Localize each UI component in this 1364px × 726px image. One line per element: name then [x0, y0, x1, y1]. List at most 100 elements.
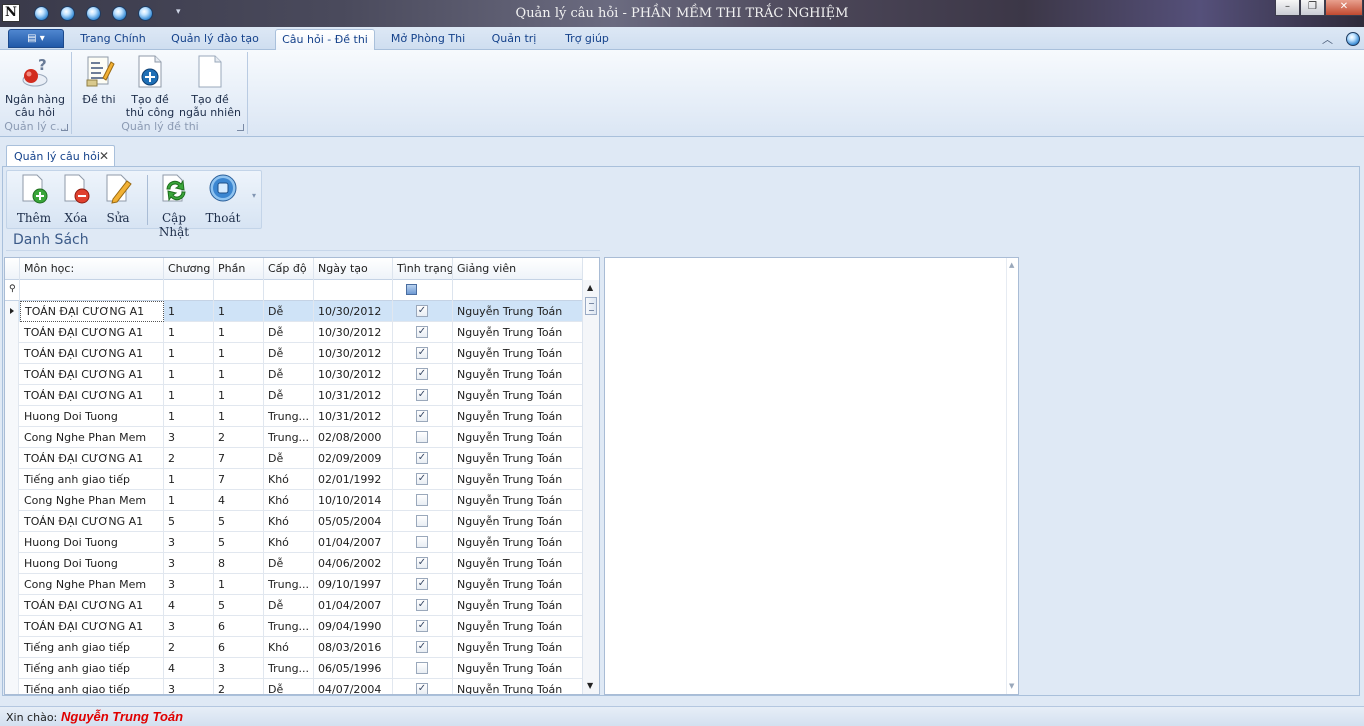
- edit-button[interactable]: Sửa: [99, 173, 137, 225]
- table-row[interactable]: Tiếng anh giao tiếp 3 2 Dễ 04/07/2004 ✓ Nguyễn…: [5, 679, 583, 694]
- cell-mon-hoc[interactable]: Huong Doi Tuong: [20, 532, 164, 553]
- cell-chuong[interactable]: 4: [164, 595, 214, 616]
- cell-mon-hoc[interactable]: TOÁN ĐẠI CƯƠNG A1: [20, 511, 164, 532]
- scroll-down-icon[interactable]: ▼: [1009, 682, 1014, 690]
- tab-tro-giup[interactable]: Trợ giúp: [557, 29, 617, 50]
- cell-ngay-tao[interactable]: 04/07/2004: [314, 679, 393, 694]
- column-header-chuong[interactable]: Chương: [164, 258, 214, 280]
- cell-cap-do[interactable]: Trung...: [264, 658, 314, 679]
- exit-button[interactable]: Thoát: [203, 173, 243, 225]
- cell-phan[interactable]: 4: [214, 490, 264, 511]
- tab-mo-phong-thi[interactable]: Mở Phòng Thi: [386, 29, 470, 50]
- row-indicator[interactable]: [5, 658, 19, 679]
- cell-phan[interactable]: 5: [214, 532, 264, 553]
- cell-chuong[interactable]: 1: [164, 301, 214, 322]
- cell-chuong[interactable]: 4: [164, 658, 214, 679]
- status-checkbox[interactable]: ✓: [416, 557, 428, 569]
- questions-grid[interactable]: Môn học: Chương Phần Cấp độ Ngày tạo Tìn…: [4, 257, 600, 695]
- row-indicator[interactable]: [5, 322, 19, 343]
- cell-mon-hoc[interactable]: TOÁN ĐẠI CƯƠNG A1: [20, 616, 164, 637]
- scroll-up-icon[interactable]: ▲: [587, 283, 593, 292]
- cell-tinh-trang[interactable]: ✓: [393, 616, 453, 637]
- table-row[interactable]: TOÁN ĐẠI CƯƠNG A1 2 7 Dễ 02/09/2009 ✓ Nguyễn T…: [5, 448, 583, 469]
- status-checkbox[interactable]: ✓: [416, 599, 428, 611]
- status-checkbox[interactable]: ✓: [416, 326, 428, 338]
- row-indicator[interactable]: [5, 364, 19, 385]
- scroll-down-icon[interactable]: ▼: [587, 681, 593, 690]
- cell-chuong[interactable]: 1: [164, 322, 214, 343]
- table-row[interactable]: TOÁN ĐẠI CƯƠNG A1 1 1 Dễ 10/30/2012 ✓ Nguyễn T…: [5, 364, 583, 385]
- cell-phan[interactable]: 1: [214, 406, 264, 427]
- cell-tinh-trang[interactable]: ✓: [393, 595, 453, 616]
- cell-mon-hoc[interactable]: Cong Nghe Phan Mem: [20, 490, 164, 511]
- cell-giang-vien[interactable]: Nguyễn Trung Toán: [453, 616, 583, 637]
- cell-ngay-tao[interactable]: 04/06/2002: [314, 553, 393, 574]
- cell-mon-hoc[interactable]: Tiếng anh giao tiếp: [20, 469, 164, 490]
- row-indicator[interactable]: [5, 595, 19, 616]
- row-indicator[interactable]: [5, 616, 19, 637]
- cell-phan[interactable]: 2: [214, 679, 264, 694]
- table-row[interactable]: Tiếng anh giao tiếp 1 7 Khó 02/01/1992 ✓ Nguyễ…: [5, 469, 583, 490]
- cell-ngay-tao[interactable]: 10/30/2012: [314, 301, 393, 322]
- cell-ngay-tao[interactable]: 06/05/1996: [314, 658, 393, 679]
- cell-cap-do[interactable]: Khó: [264, 511, 314, 532]
- cell-mon-hoc[interactable]: TOÁN ĐẠI CƯƠNG A1: [20, 448, 164, 469]
- row-indicator[interactable]: [5, 385, 19, 406]
- status-checkbox[interactable]: ✓: [416, 683, 428, 694]
- cell-cap-do[interactable]: Dễ: [264, 679, 314, 694]
- cell-cap-do[interactable]: Dễ: [264, 322, 314, 343]
- cell-chuong[interactable]: 3: [164, 553, 214, 574]
- column-header-giang-vien[interactable]: Giảng viên: [453, 258, 583, 280]
- row-indicator[interactable]: [5, 490, 19, 511]
- cell-mon-hoc[interactable]: Huong Doi Tuong: [20, 406, 164, 427]
- status-checkbox[interactable]: ✓: [416, 473, 428, 485]
- cell-ngay-tao[interactable]: 09/04/1990: [314, 616, 393, 637]
- status-checkbox[interactable]: [416, 515, 428, 527]
- detail-panel[interactable]: ▲ ▼: [604, 257, 1019, 695]
- refresh-button[interactable]: Cập Nhật: [149, 173, 199, 239]
- cell-cap-do[interactable]: Trung...: [264, 427, 314, 448]
- cell-phan[interactable]: 1: [214, 364, 264, 385]
- cell-ngay-tao[interactable]: 02/01/1992: [314, 469, 393, 490]
- cell-ngay-tao[interactable]: 09/10/1997: [314, 574, 393, 595]
- status-checkbox[interactable]: ✓: [416, 347, 428, 359]
- cell-cap-do[interactable]: Dễ: [264, 595, 314, 616]
- scroll-thumb[interactable]: [585, 297, 597, 315]
- column-header-phan[interactable]: Phần: [214, 258, 264, 280]
- row-indicator[interactable]: [5, 301, 19, 322]
- cell-cap-do[interactable]: Khó: [264, 532, 314, 553]
- cell-phan[interactable]: 2: [214, 427, 264, 448]
- cell-mon-hoc[interactable]: TOÁN ĐẠI CƯƠNG A1: [20, 385, 164, 406]
- cell-giang-vien[interactable]: Nguyễn Trung Toán: [453, 301, 583, 322]
- scroll-up-icon[interactable]: ▲: [1009, 261, 1014, 269]
- cell-phan[interactable]: 6: [214, 616, 264, 637]
- cell-ngay-tao[interactable]: 02/08/2000: [314, 427, 393, 448]
- cell-giang-vien[interactable]: Nguyễn Trung Toán: [453, 574, 583, 595]
- cell-cap-do[interactable]: Trung...: [264, 406, 314, 427]
- cell-tinh-trang[interactable]: [393, 511, 453, 532]
- status-checkbox[interactable]: ✓: [416, 641, 428, 653]
- cell-cap-do[interactable]: Khó: [264, 490, 314, 511]
- detail-panel-scrollbar[interactable]: ▲ ▼: [1006, 258, 1018, 694]
- table-row[interactable]: Cong Nghe Phan Mem 3 1 Trung... 09/10/1997 ✓ N…: [5, 574, 583, 595]
- cell-phan[interactable]: 1: [214, 343, 264, 364]
- cell-phan[interactable]: 8: [214, 553, 264, 574]
- cell-chuong[interactable]: 3: [164, 616, 214, 637]
- tab-quan-ly-dao-tao[interactable]: Quản lý đào tạo: [166, 29, 264, 50]
- status-checkbox[interactable]: [416, 431, 428, 443]
- filter-cell-cap-do[interactable]: [264, 280, 314, 301]
- status-checkbox[interactable]: [416, 536, 428, 548]
- cell-tinh-trang[interactable]: ✓: [393, 301, 453, 322]
- row-indicator[interactable]: [5, 637, 19, 658]
- table-row[interactable]: TOÁN ĐẠI CƯƠNG A1 1 1 Dễ 10/30/2012 ✓ Nguyễn T…: [5, 322, 583, 343]
- cell-cap-do[interactable]: Dễ: [264, 553, 314, 574]
- status-checkbox[interactable]: ✓: [416, 452, 428, 464]
- cell-mon-hoc[interactable]: Tiếng anh giao tiếp: [20, 637, 164, 658]
- table-row[interactable]: TOÁN ĐẠI CƯƠNG A1 5 5 Khó 05/05/2004 Nguyễn T…: [5, 511, 583, 532]
- cell-tinh-trang[interactable]: [393, 490, 453, 511]
- cell-mon-hoc[interactable]: Tiếng anh giao tiếp: [20, 679, 164, 694]
- cell-ngay-tao[interactable]: 10/10/2014: [314, 490, 393, 511]
- manual-exam-button[interactable]: Tạo đề thủ công: [125, 54, 175, 119]
- cell-mon-hoc[interactable]: Cong Nghe Phan Mem: [20, 574, 164, 595]
- cell-tinh-trang[interactable]: [393, 532, 453, 553]
